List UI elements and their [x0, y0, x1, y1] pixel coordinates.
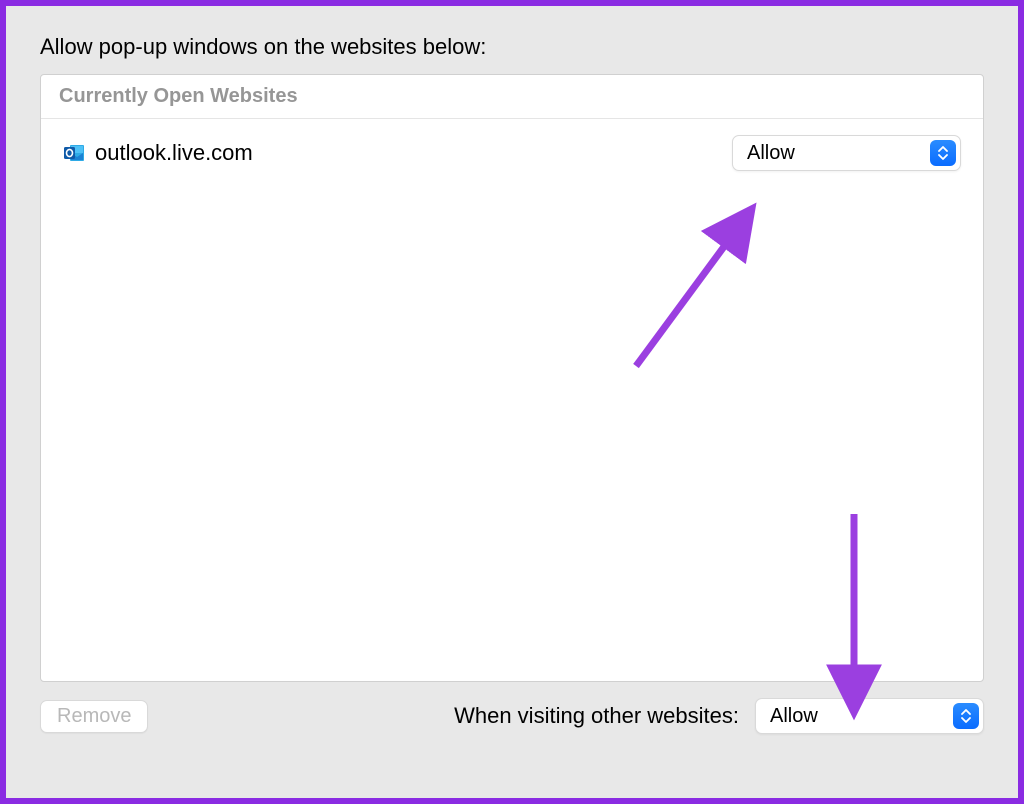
websites-panel: Currently Open Websites outlook.live.com…: [40, 74, 984, 682]
site-name: outlook.live.com: [95, 140, 253, 166]
footer-right: When visiting other websites: Allow: [454, 698, 984, 734]
remove-button[interactable]: Remove: [40, 700, 148, 733]
site-row[interactable]: outlook.live.com Allow: [41, 119, 983, 187]
section-title: Currently Open Websites: [59, 85, 965, 108]
dropdown-value: Allow: [770, 705, 818, 728]
site-permission-dropdown[interactable]: Allow: [732, 135, 961, 171]
pane-heading: Allow pop-up windows on the websites bel…: [40, 34, 984, 60]
footer-bar: Remove When visiting other websites: All…: [40, 698, 984, 734]
section-header: Currently Open Websites: [41, 75, 983, 119]
dropdown-value: Allow: [747, 142, 795, 165]
other-sites-label: When visiting other websites:: [454, 703, 739, 729]
other-sites-dropdown[interactable]: Allow: [755, 698, 984, 734]
updown-chevron-icon: [930, 140, 956, 166]
updown-chevron-icon: [953, 703, 979, 729]
outlook-icon: [63, 142, 85, 164]
site-row-left: outlook.live.com: [63, 140, 253, 166]
preferences-pane: Allow pop-up windows on the websites bel…: [0, 0, 1024, 804]
